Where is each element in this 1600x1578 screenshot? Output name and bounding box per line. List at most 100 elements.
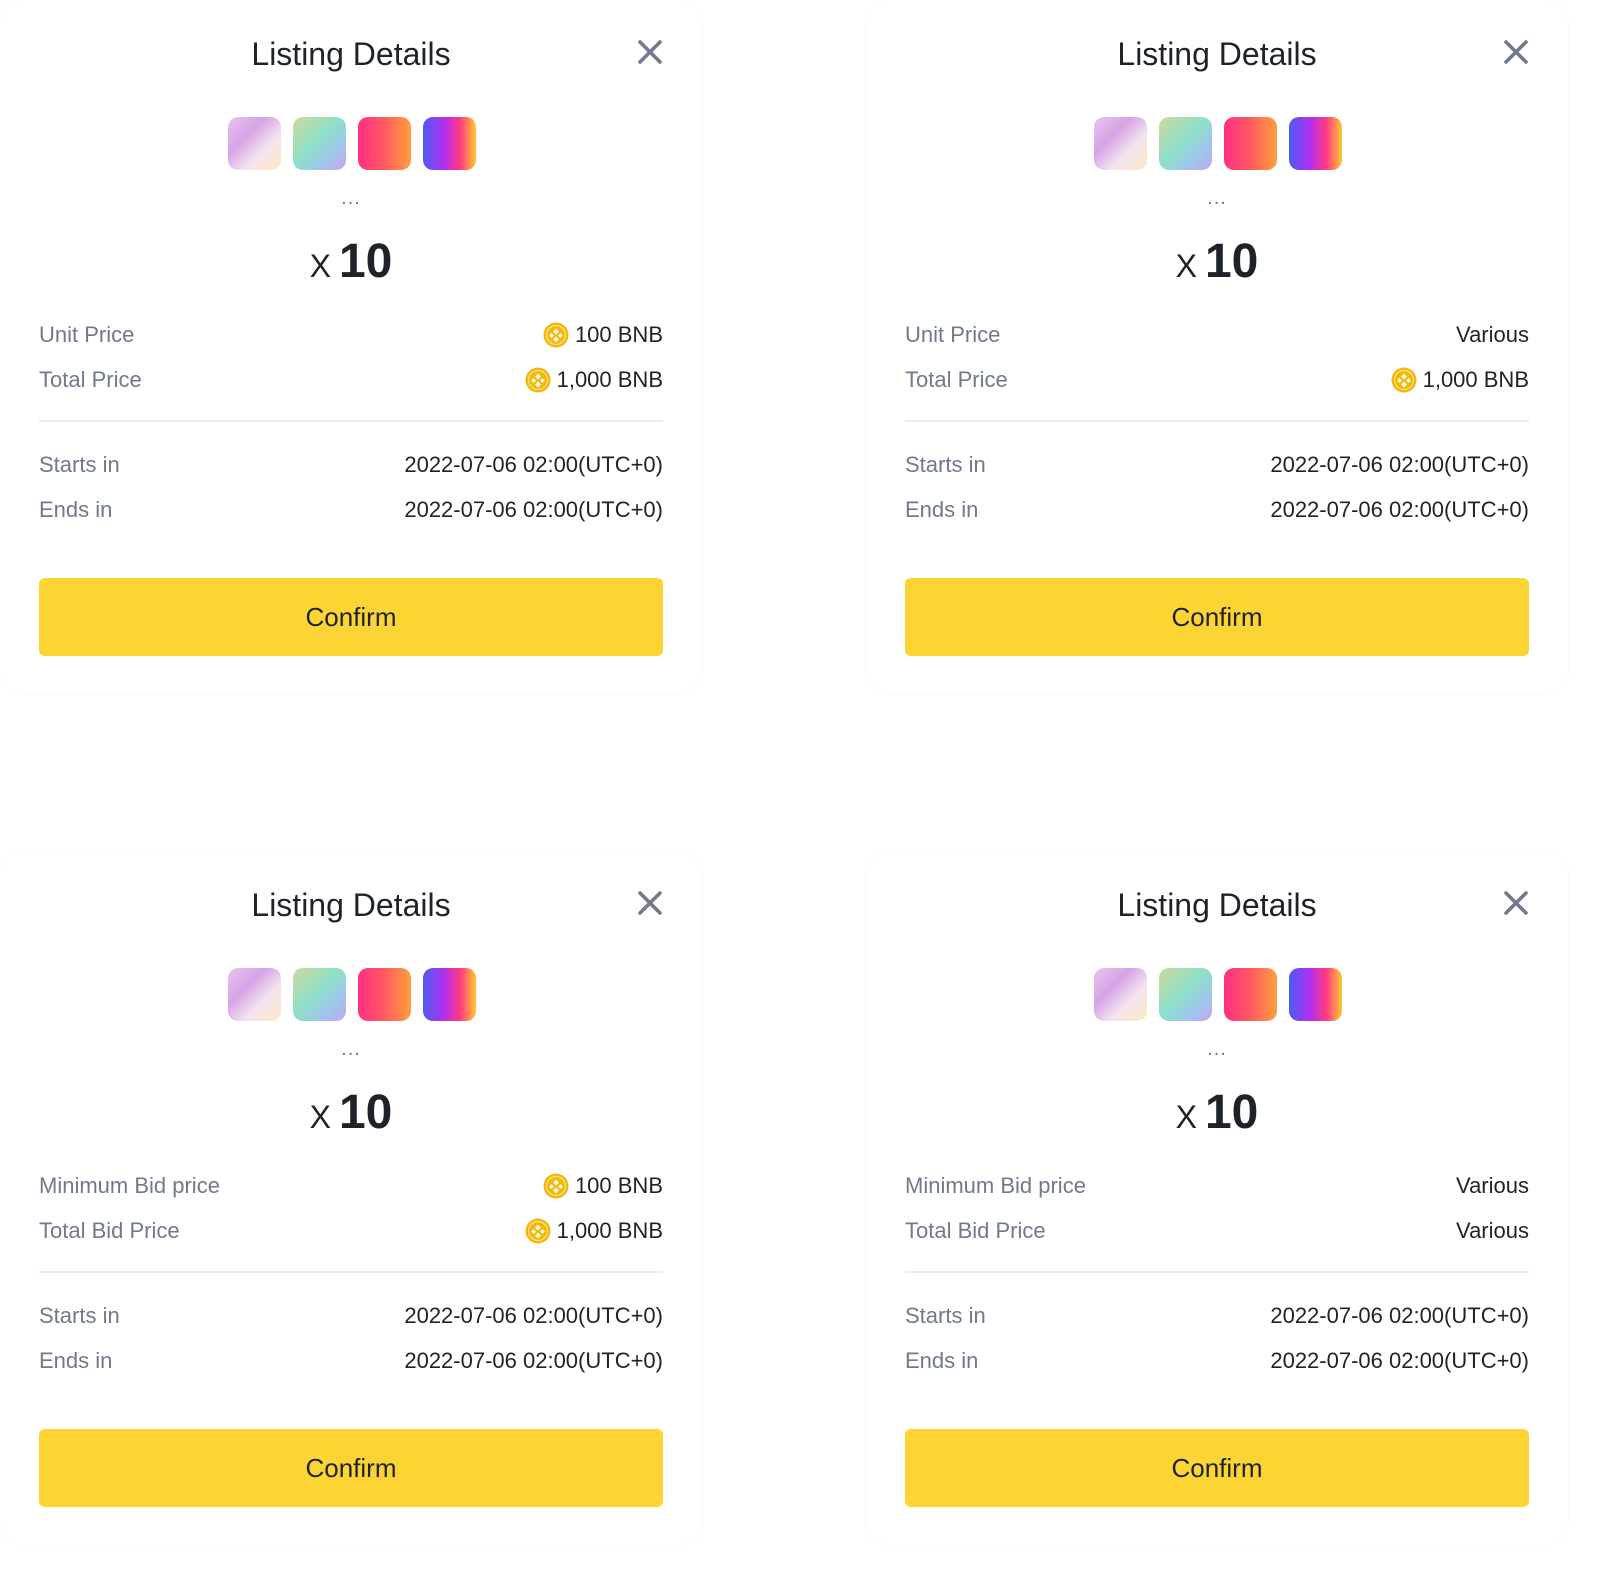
divider [39,420,663,422]
time-row: Ends in 2022-07-06 02:00(UTC+0) [905,1346,1529,1376]
more-indicator: ... [341,1038,361,1060]
confirm-button[interactable]: Confirm [39,578,663,656]
quantity-value: 10 [1204,1086,1259,1139]
ends-in-value: 2022-07-06 02:00(UTC+0) [1270,497,1529,522]
starts-in-label: Starts in [39,1303,120,1328]
price-row-value: 1,000 BNB [1422,367,1529,392]
divider [39,1271,663,1273]
divider [905,420,1529,422]
price-row-value: Various [1456,1173,1529,1198]
time-row: Starts in 2022-07-06 02:00(UTC+0) [905,1301,1529,1331]
bnb-coin-icon [525,367,551,393]
close-icon [634,887,666,919]
listing-details-modal: Listing Details ... X 10 Unit Price Vario… [866,0,1568,694]
close-button[interactable] [634,887,666,919]
nft-thumbnail [1224,117,1277,170]
nft-thumbnail [1159,117,1212,170]
starts-in-label: Starts in [905,1303,986,1328]
time-row: Starts in 2022-07-06 02:00(UTC+0) [39,1301,663,1331]
nft-thumbnail [1224,968,1277,1021]
nft-thumbnails [1094,968,1344,1022]
price-row: Unit Price 100 BNB [39,320,663,350]
nft-thumbnail [228,968,281,1021]
price-row-value-group: 1,000 BNB [525,365,663,395]
price-row-label: Total Price [39,367,142,392]
price-row-label: Unit Price [905,322,1001,347]
nft-thumbnails [228,968,478,1022]
bnb-coin-icon [1391,367,1417,393]
quantity-display: X 10 [0,232,702,303]
price-row-value: 1,000 BNB [556,367,663,392]
quantity-display: X 10 [0,1083,702,1154]
price-row-value-group: Various [1456,320,1529,350]
nft-thumbnail [1289,968,1342,1021]
close-button[interactable] [1500,36,1532,68]
price-row: Unit Price Various [905,320,1529,350]
nft-thumbnail [1094,117,1147,170]
time-row: Starts in 2022-07-06 02:00(UTC+0) [905,450,1529,480]
price-row-value: Various [1456,1218,1529,1243]
more-indicator: ... [1207,187,1227,209]
price-row-value: 1,000 BNB [556,1218,663,1243]
price-row: Total Price 1,000 BNB [905,365,1529,395]
time-row: Ends in 2022-07-06 02:00(UTC+0) [905,495,1529,525]
quantity-display: X 10 [866,1083,1568,1154]
starts-in-value: 2022-07-06 02:00(UTC+0) [1270,1303,1529,1328]
confirm-button[interactable]: Confirm [905,578,1529,656]
price-row: Total Price 1,000 BNB [39,365,663,395]
ends-in-value: 2022-07-06 02:00(UTC+0) [1270,1348,1529,1373]
modal-title: Listing Details [251,36,451,72]
close-button[interactable] [1500,887,1532,919]
nft-thumbnails [1094,117,1344,171]
price-row-value-group: 1,000 BNB [525,1216,663,1246]
divider [905,1271,1529,1273]
time-row: Ends in 2022-07-06 02:00(UTC+0) [39,495,663,525]
close-button[interactable] [634,36,666,68]
nft-thumbnail [1159,968,1212,1021]
price-row-label: Total Bid Price [39,1218,180,1243]
listing-details-modal: Listing Details ... X 10 Minimum Bid pric… [0,851,702,1545]
quantity-display: X 10 [866,232,1568,303]
quantity-value: 10 [1204,235,1259,288]
starts-in-label: Starts in [905,452,986,477]
nft-thumbnails [228,117,478,171]
quantity-prefix: X [1175,1099,1197,1135]
nft-thumbnail [1289,117,1342,170]
ends-in-label: Ends in [39,1348,113,1373]
listing-details-modal: Listing Details ... X 10 Unit Price 100 B… [0,0,702,694]
price-row-label: Total Price [905,367,1008,392]
modal-title: Listing Details [1117,887,1317,923]
price-row-value-group: Various [1456,1216,1529,1246]
nft-thumbnail [423,117,476,170]
starts-in-value: 2022-07-06 02:00(UTC+0) [404,1303,663,1328]
price-row-value-group: 1,000 BNB [1391,365,1529,395]
time-row: Starts in 2022-07-06 02:00(UTC+0) [39,450,663,480]
bnb-coin-icon [525,1218,551,1244]
quantity-prefix: X [309,248,331,284]
confirm-button[interactable]: Confirm [905,1429,1529,1507]
modal-title: Listing Details [1117,36,1317,72]
quantity-value: 10 [338,1086,393,1139]
more-indicator: ... [1207,1038,1227,1060]
nft-thumbnail [228,117,281,170]
ends-in-label: Ends in [905,1348,979,1373]
starts-in-label: Starts in [39,452,120,477]
price-row-value-group: Various [1456,1171,1529,1201]
more-indicator: ... [341,187,361,209]
nft-thumbnail [358,968,411,1021]
quantity-prefix: X [309,1099,331,1135]
starts-in-value: 2022-07-06 02:00(UTC+0) [1270,452,1529,477]
time-row: Ends in 2022-07-06 02:00(UTC+0) [39,1346,663,1376]
price-row-value: Various [1456,322,1529,347]
close-icon [634,36,666,68]
price-row-label: Unit Price [39,322,135,347]
price-row-value: 100 BNB [574,1173,663,1198]
bnb-coin-icon [543,1173,569,1199]
close-icon [1500,887,1532,919]
ends-in-label: Ends in [905,497,979,522]
confirm-button[interactable]: Confirm [39,1429,663,1507]
nft-thumbnail [293,117,346,170]
price-row-label: Total Bid Price [905,1218,1046,1243]
price-row-value: 100 BNB [574,322,663,347]
listing-details-modal: Listing Details ... X 10 Minimum Bid pric… [866,851,1568,1545]
